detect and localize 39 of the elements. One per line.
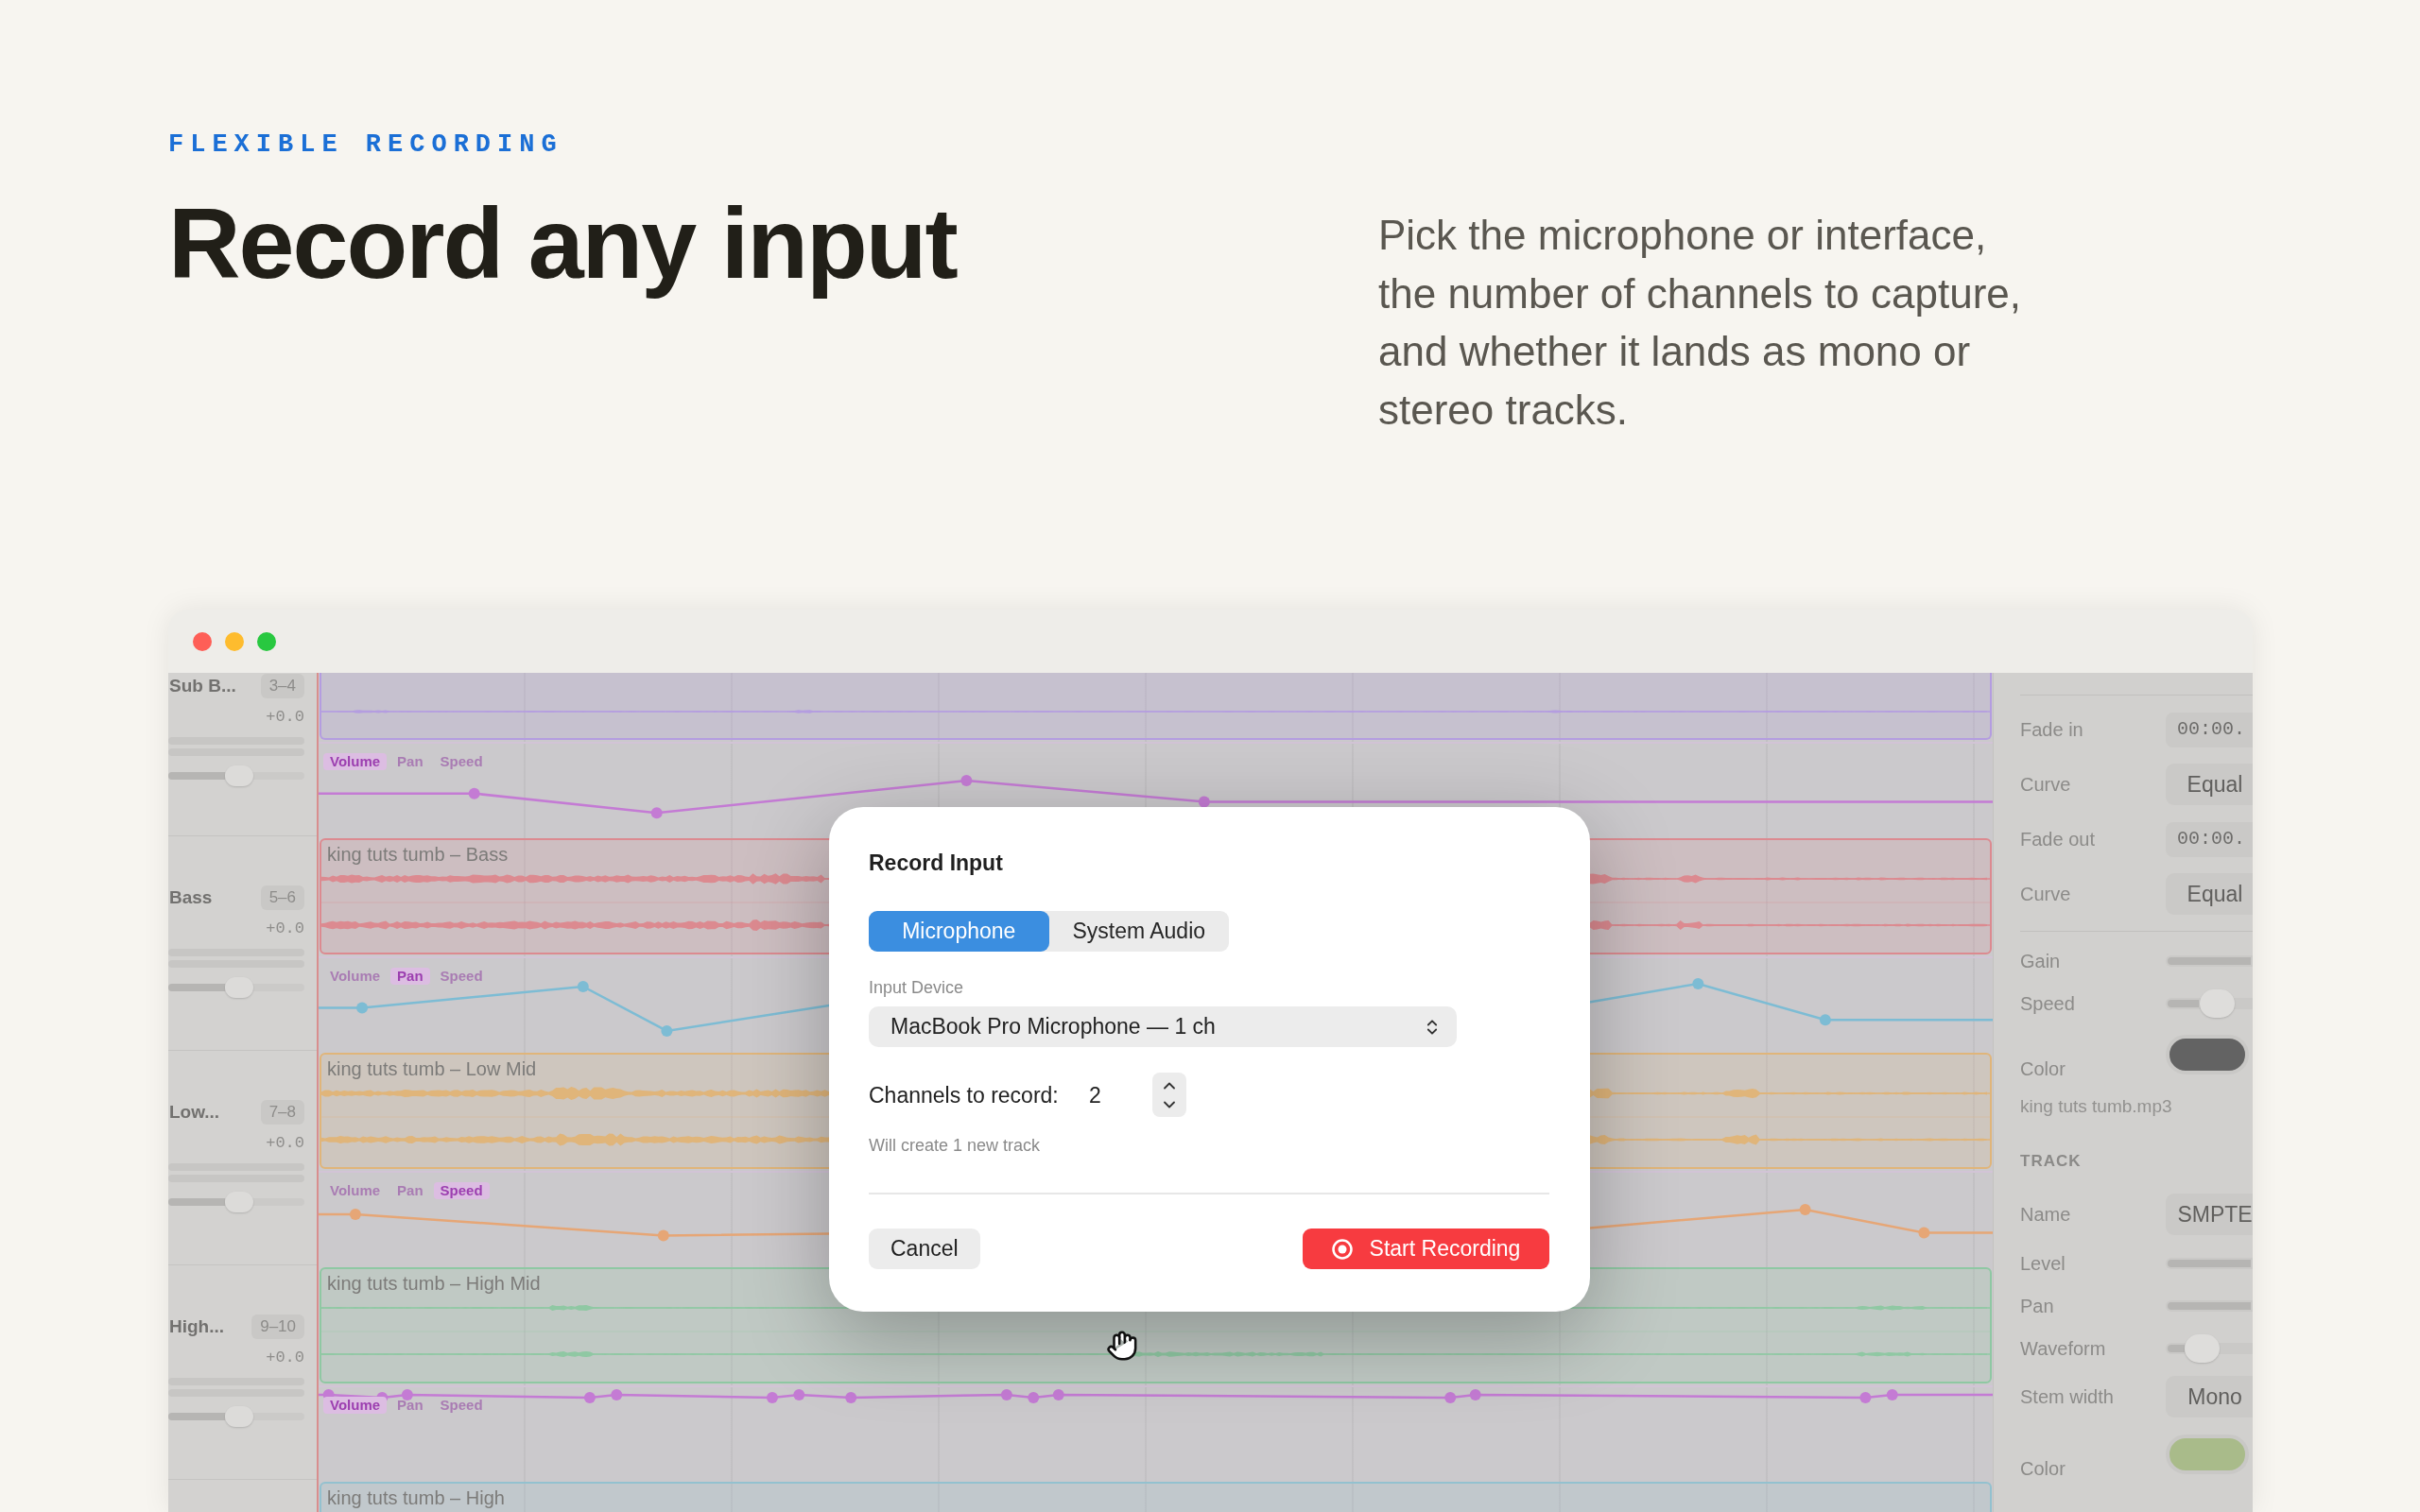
field-label: Curve xyxy=(2020,773,2072,796)
field-label: Speed xyxy=(2020,991,2076,1015)
field-label: Gain xyxy=(2020,949,2062,972)
gain-value: +0.0 xyxy=(266,707,304,728)
section-heading: TRACK xyxy=(2020,1151,2082,1172)
file-name: king tuts tumb.mp3 xyxy=(2020,1095,2172,1118)
hint-text: Will create 1 new track xyxy=(869,1135,1041,1156)
field-label: Input Device xyxy=(869,977,964,998)
track-name: High... xyxy=(168,1315,225,1338)
gain-value: +0.0 xyxy=(266,919,304,939)
eyebrow-label: FLEXIBLE RECORDING xyxy=(168,132,563,158)
field-label: Color xyxy=(2020,1457,2066,1480)
channel-badge: 7–8 xyxy=(260,1100,304,1125)
field-label: Name xyxy=(2020,1203,2072,1226)
page-title: Record any input xyxy=(168,186,959,301)
field-label: Pan xyxy=(2020,1294,2055,1317)
gain-value: +0.0 xyxy=(266,1348,304,1368)
field-label: Channels to record: xyxy=(869,1081,1060,1108)
field-label: Fade in xyxy=(2020,718,2084,741)
field-label: Level xyxy=(2020,1251,2066,1275)
clip-label: king tuts tumb – High xyxy=(326,1486,505,1510)
field-label: Stem width xyxy=(2020,1385,2115,1408)
field-label: Curve xyxy=(2020,883,2072,905)
channel-badge: 3–4 xyxy=(260,674,304,698)
field-label: Fade out xyxy=(2020,828,2096,850)
channel-count: 2 xyxy=(1089,1081,1102,1108)
clip-label: king tuts tumb – Low Mid xyxy=(326,1057,537,1081)
track-name: Sub B... xyxy=(168,675,236,697)
track-name: Low... xyxy=(168,1101,220,1124)
dialog-title: Record Input xyxy=(869,850,1003,876)
channel-badge: 5–6 xyxy=(260,885,304,910)
clip-label: king tuts tumb – Bass xyxy=(326,843,509,867)
clip-label: king tuts tumb – High Mid xyxy=(326,1272,541,1296)
channel-badge: 9–10 xyxy=(251,1314,304,1339)
description: Pick the microphone or interface, the number of channels to capture, and whether it lands as mono or stereo tracks. xyxy=(1378,211,2022,435)
gain-value: +0.0 xyxy=(266,1133,304,1154)
track-name: Bass xyxy=(168,886,213,909)
field-label: Waveform xyxy=(2020,1336,2107,1360)
field-label: Color xyxy=(2020,1057,2066,1080)
